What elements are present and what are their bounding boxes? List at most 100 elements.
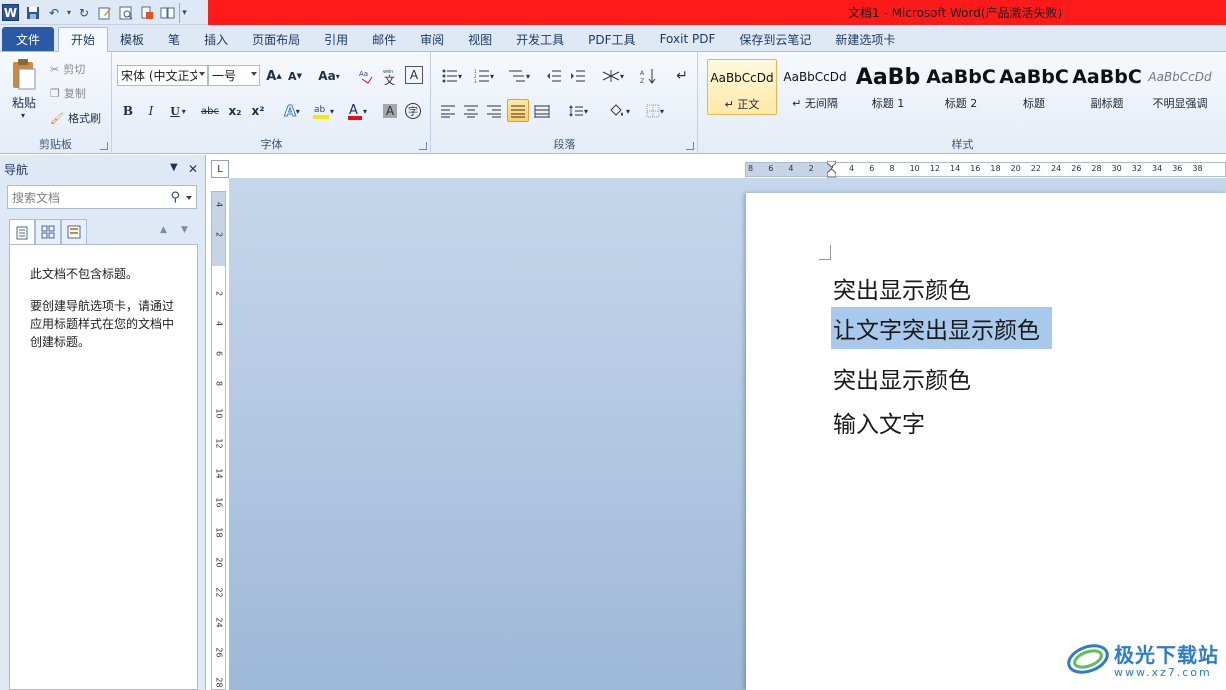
strikethrough-button[interactable]: abc	[199, 101, 221, 121]
tab-14[interactable]: 新建选项卡	[823, 27, 907, 51]
style-6[interactable]: AaBbCcDd 不明显强调	[1145, 59, 1215, 115]
search-dropdown-icon[interactable]	[186, 196, 192, 200]
tab-9[interactable]: 视图	[456, 27, 504, 51]
paste-dropdown-icon[interactable]: ▾	[18, 110, 28, 120]
doc-line-1[interactable]: 突出显示颜色	[833, 271, 971, 305]
copy-button[interactable]: ❐ 复制	[50, 83, 86, 103]
tab-12[interactable]: Foxit PDF	[648, 27, 728, 51]
tab-stop-selector[interactable]: L	[211, 160, 229, 178]
undo-dropdown-icon[interactable]: ▾	[65, 3, 73, 23]
vertical-ruler[interactable]: 4 2 2 4 6 8 10 12 14 16 18 20 22 24 26 28	[211, 191, 226, 690]
customize-qat-icon[interactable]: ▾	[179, 2, 189, 23]
grow-font-button[interactable]: A ▲	[265, 66, 283, 86]
tab-1[interactable]: 开始	[58, 27, 109, 52]
justify-icon[interactable]	[507, 99, 529, 122]
paste-icon[interactable]	[6, 57, 42, 93]
align-right-icon[interactable]	[484, 100, 504, 122]
horizontal-ruler[interactable]: 86422468101214161820222426283032343638	[745, 162, 1226, 177]
style-4[interactable]: AaBbC 标题	[999, 59, 1069, 115]
style-2[interactable]: AaBb 标题 1	[853, 59, 923, 115]
distributed-icon[interactable]	[532, 100, 552, 122]
numbering-button[interactable]: 1 2 3 ▾	[470, 66, 498, 86]
tab-11[interactable]: PDF工具	[576, 27, 647, 51]
show-marks-icon[interactable]: ↵	[672, 66, 692, 86]
shading-button[interactable]: ▾	[604, 100, 634, 122]
font-name-dropdown-icon[interactable]	[199, 72, 205, 76]
align-left-icon[interactable]	[438, 100, 458, 122]
line-spacing-button[interactable]: ▾	[564, 100, 592, 122]
format-painter-button[interactable]: 🖌 格式刷	[50, 108, 101, 128]
browse-results-icon[interactable]	[61, 219, 87, 244]
enclosed-character-icon[interactable]: 字	[403, 101, 423, 121]
decrease-indent-icon[interactable]	[544, 66, 564, 86]
redo-icon[interactable]: ↻	[74, 3, 94, 23]
bold-button[interactable]: B	[119, 101, 137, 121]
doc-line-4[interactable]: 输入文字	[833, 405, 925, 439]
style-1[interactable]: AaBbCcDd ↵ 无间隔	[780, 59, 850, 115]
browse-pages-icon[interactable]	[35, 219, 61, 244]
doc-line-2-highlighted[interactable]: 让文字突出显示颜色	[831, 307, 1052, 349]
cut-button[interactable]: ✂ 剪切	[50, 59, 85, 79]
text-effects-button[interactable]: A ▾	[279, 100, 305, 122]
chinese-layout-button[interactable]: ▾	[598, 66, 628, 86]
superscript-button[interactable]: x²	[248, 101, 268, 121]
sort-icon[interactable]: AZ	[638, 66, 658, 86]
close-icon[interactable]: ✕	[188, 162, 198, 176]
style-0[interactable]: AaBbCcDd ↵ 正文	[707, 59, 777, 115]
font-size-value: 一号	[212, 69, 237, 83]
word-app-icon[interactable]: W	[2, 4, 19, 21]
v-ruler-tick: 2	[214, 231, 224, 238]
previous-result-icon[interactable]: ▲	[160, 225, 167, 235]
tab-2[interactable]: 模板	[108, 27, 156, 51]
tab-8[interactable]: 审阅	[408, 27, 456, 51]
paragraph-launcher-icon[interactable]	[686, 142, 694, 150]
character-border-icon[interactable]: A	[405, 66, 423, 84]
save-icon[interactable]	[23, 3, 43, 23]
font-name-combo[interactable]: 宋体 (中文正文)	[117, 65, 208, 86]
shrink-font-button[interactable]: A ▼	[286, 66, 304, 86]
tab-13[interactable]: 保存到云笔记	[727, 27, 823, 51]
edit-doc-icon[interactable]	[95, 3, 115, 23]
underline-button[interactable]: U ▾	[165, 101, 191, 121]
new-doc-icon[interactable]	[137, 3, 157, 23]
font-color-button[interactable]: A ▾	[343, 100, 371, 122]
undo-icon[interactable]: ↶	[44, 3, 64, 23]
nav-menu-icon[interactable]: ▼	[170, 162, 178, 173]
font-size-combo[interactable]: 一号	[208, 65, 260, 86]
doc-line-3[interactable]: 突出显示颜色	[833, 361, 971, 395]
reading-mode-icon[interactable]	[158, 3, 178, 23]
italic-button[interactable]: I	[142, 101, 160, 121]
tab-0[interactable]: 文件	[2, 27, 55, 51]
tab-4[interactable]: 插入	[192, 27, 240, 51]
increase-indent-icon[interactable]	[568, 66, 588, 86]
style-5[interactable]: AaBbC 副标题	[1072, 59, 1142, 115]
search-input[interactable]: 搜索文档 ⚲	[7, 185, 197, 209]
bullets-button[interactable]: ▾	[438, 66, 466, 86]
tab-3[interactable]: 笔	[156, 27, 192, 51]
tab-10[interactable]: 开发工具	[504, 27, 576, 51]
clear-format-icon[interactable]: Aa	[357, 66, 377, 86]
font-launcher-icon[interactable]	[419, 142, 427, 150]
phonetic-guide-icon[interactable]: wén 文	[381, 66, 401, 86]
tab-5[interactable]: 页面布局	[240, 27, 312, 51]
font-size-dropdown-icon[interactable]	[251, 72, 257, 76]
h-ruler-tick: 2	[808, 164, 814, 173]
tab-7[interactable]: 邮件	[360, 27, 408, 51]
tab-6[interactable]: 引用	[312, 27, 360, 51]
paste-button[interactable]: 粘贴	[6, 94, 42, 110]
print-preview-icon[interactable]	[116, 3, 136, 23]
next-result-icon[interactable]: ▼	[181, 225, 188, 235]
align-center-icon[interactable]	[461, 100, 481, 122]
style-3[interactable]: AaBbC 标题 2	[926, 59, 996, 115]
borders-button[interactable]: ▾	[640, 100, 670, 122]
subscript-button[interactable]: x₂	[225, 101, 245, 121]
clipboard-launcher-icon[interactable]	[100, 142, 108, 150]
highlight-color-button[interactable]: ab ▾	[309, 100, 337, 122]
multilevel-list-button[interactable]: ▾	[504, 66, 534, 86]
character-shading-icon[interactable]: A	[381, 101, 399, 121]
change-case-button[interactable]: Aa ▾	[315, 66, 343, 86]
browse-headings-icon[interactable]	[9, 219, 35, 245]
document-page[interactable]	[746, 193, 1226, 690]
indent-marker-icon[interactable]	[827, 161, 836, 179]
search-icon[interactable]: ⚲	[170, 190, 180, 205]
